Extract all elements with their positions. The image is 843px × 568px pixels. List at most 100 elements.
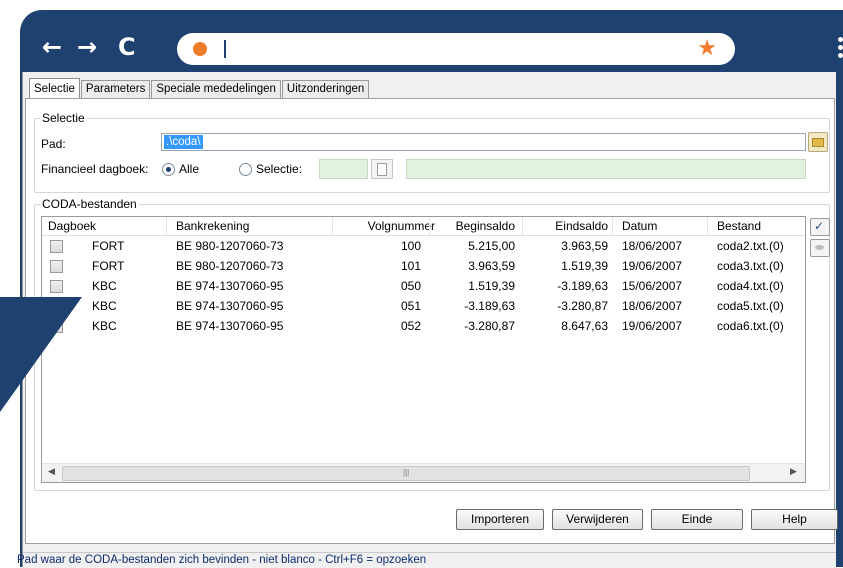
row-checkbox[interactable] <box>50 280 63 293</box>
status-bar: Pad waar de CODA-bestanden zich bevinden… <box>17 552 836 568</box>
cell-bestand: coda3.txt.(0) <box>717 259 784 273</box>
button-label: Help <box>782 512 807 526</box>
radio-selectie-label: Selectie: <box>256 162 303 176</box>
tab-panel: Selectie Pad: .\coda\ Financieel dagboek… <box>25 98 838 544</box>
row-checkbox[interactable] <box>50 260 63 273</box>
cell-datum: 18/06/2007 <box>622 239 683 253</box>
table-row[interactable]: FORT BE 980-1207060-73 100 5.215,00 3.96… <box>42 237 805 257</box>
selectie-group: Selectie <box>34 111 830 193</box>
cell-eind: -3.189,63 <box>557 279 608 293</box>
cell-dagboek: FORT <box>92 259 125 273</box>
tab-label: Selectie <box>34 83 75 95</box>
verwijderen-button[interactable]: Verwijderen <box>552 509 643 530</box>
tab-label: Speciale mededelingen <box>156 83 276 95</box>
cell-volg: 052 <box>400 319 421 333</box>
col-dagboek[interactable]: Dagboek <box>48 219 96 233</box>
cell-datum: 18/06/2007 <box>622 299 683 313</box>
cell-eind: 8.647,63 <box>561 319 608 333</box>
cell-begin: 3.963,59 <box>468 259 515 273</box>
folder-browse-icon[interactable] <box>808 132 828 152</box>
cell-volg: 101 <box>400 259 421 273</box>
status-text: Pad waar de CODA-bestanden zich bevinden… <box>17 554 427 566</box>
coda-group-title: CODA-bestanden <box>40 197 139 211</box>
app-window: Selectie Parameters Speciale mededelinge… <box>17 72 838 568</box>
address-bar[interactable]: ★ <box>177 33 735 65</box>
importeren-button[interactable]: Importeren <box>456 509 544 530</box>
tab-label: Uitzonderingen <box>286 83 365 95</box>
cell-dagboek: KBC <box>92 299 117 313</box>
table-header: Dagboek Bankrekening Volgnummer Beginsal… <box>42 217 805 236</box>
col-beginsaldo[interactable]: Beginsaldo <box>437 219 515 233</box>
col-bankrekening[interactable]: Bankrekening <box>176 219 249 233</box>
cell-datum: 15/06/2007 <box>622 279 683 293</box>
pad-value: .\coda\ <box>164 135 203 149</box>
cell-bank: BE 980-1207060-73 <box>176 259 284 273</box>
cell-begin: -3.280,87 <box>464 319 515 333</box>
help-button[interactable]: Help <box>751 509 838 530</box>
cell-bestand: coda6.txt.(0) <box>717 319 784 333</box>
dagboek-lookup-icon[interactable] <box>371 159 393 179</box>
cell-dagboek: KBC <box>92 319 117 333</box>
dagboek-label: Financieel dagboek: <box>41 162 149 176</box>
tab-uitzonderingen[interactable]: Uitzonderingen <box>281 80 370 98</box>
einde-button[interactable]: Einde <box>651 509 743 530</box>
cell-eind: 3.963,59 <box>561 239 608 253</box>
cell-begin: -3.189,63 <box>464 299 515 313</box>
star-icon[interactable]: ★ <box>697 36 717 61</box>
radio-alle-label: Alle <box>179 162 200 176</box>
cell-eind: -3.280,87 <box>557 299 608 313</box>
selectie-group-title: Selectie <box>40 111 87 125</box>
cell-volg: 051 <box>400 299 421 313</box>
table-row[interactable]: KBC BE 974-1307060-95 052 -3.280,87 8.64… <box>42 317 805 337</box>
view-icon[interactable] <box>810 239 830 257</box>
cell-datum: 19/06/2007 <box>622 259 683 273</box>
select-all-icon[interactable] <box>810 218 830 236</box>
dagboek-selectie-input[interactable] <box>319 159 368 179</box>
button-label: Einde <box>681 512 713 526</box>
button-label: Importeren <box>470 512 530 526</box>
tab-label: Parameters <box>85 83 146 95</box>
cell-begin: 5.215,00 <box>468 239 515 253</box>
pad-label: Pad: <box>41 137 66 151</box>
coda-table: Dagboek Bankrekening Volgnummer Beginsal… <box>41 216 806 483</box>
table-row[interactable]: KBC BE 974-1307060-95 051 -3.189,63 -3.2… <box>42 297 805 317</box>
row-checkbox[interactable] <box>50 320 63 333</box>
cell-bestand: coda4.txt.(0) <box>717 279 784 293</box>
scroll-left-icon[interactable]: ◀ <box>48 467 55 477</box>
button-label: Verwijderen <box>566 512 629 526</box>
col-bestand[interactable]: Bestand <box>717 219 761 233</box>
dagboek-description-field <box>406 159 806 179</box>
col-volgnummer[interactable]: Volgnummer <box>350 219 435 233</box>
cell-bank: BE 974-1307060-95 <box>176 299 284 313</box>
reload-icon[interactable]: C <box>118 35 136 59</box>
cell-datum: 19/06/2007 <box>622 319 683 333</box>
tab-parameters[interactable]: Parameters <box>80 80 151 98</box>
row-checkbox[interactable] <box>50 300 63 313</box>
col-datum[interactable]: Datum <box>622 219 657 233</box>
cell-dagboek: FORT <box>92 239 125 253</box>
site-dot-icon <box>193 42 207 56</box>
radio-selectie[interactable] <box>239 163 252 176</box>
scroll-thumb[interactable]: ||| <box>62 466 750 481</box>
table-row[interactable]: FORT BE 980-1207060-73 101 3.963,59 1.51… <box>42 257 805 277</box>
tab-speciale-mededelingen[interactable]: Speciale mededelingen <box>151 80 281 98</box>
col-eindsaldo[interactable]: Eindsaldo <box>530 219 608 233</box>
back-arrow-icon[interactable]: ← <box>42 35 62 59</box>
cell-volg: 100 <box>400 239 421 253</box>
cell-begin: 1.519,39 <box>468 279 515 293</box>
horizontal-scrollbar[interactable]: ◀ ||| ▶ <box>42 463 805 482</box>
cell-bank: BE 974-1307060-95 <box>176 279 284 293</box>
cell-bank: BE 974-1307060-95 <box>176 319 284 333</box>
cell-bank: BE 980-1207060-73 <box>176 239 284 253</box>
row-checkbox[interactable] <box>50 240 63 253</box>
radio-alle[interactable] <box>162 163 175 176</box>
menu-dots-icon[interactable] <box>838 37 843 61</box>
scroll-right-icon[interactable]: ▶ <box>790 467 797 477</box>
tab-selectie[interactable]: Selectie <box>29 78 80 99</box>
cell-bestand: coda2.txt.(0) <box>717 239 784 253</box>
pad-input[interactable]: .\coda\ <box>161 133 806 151</box>
text-caret <box>224 40 226 58</box>
cell-dagboek: KBC <box>92 279 117 293</box>
table-row[interactable]: KBC BE 974-1307060-95 050 1.519,39 -3.18… <box>42 277 805 297</box>
forward-arrow-icon[interactable]: → <box>77 35 97 59</box>
